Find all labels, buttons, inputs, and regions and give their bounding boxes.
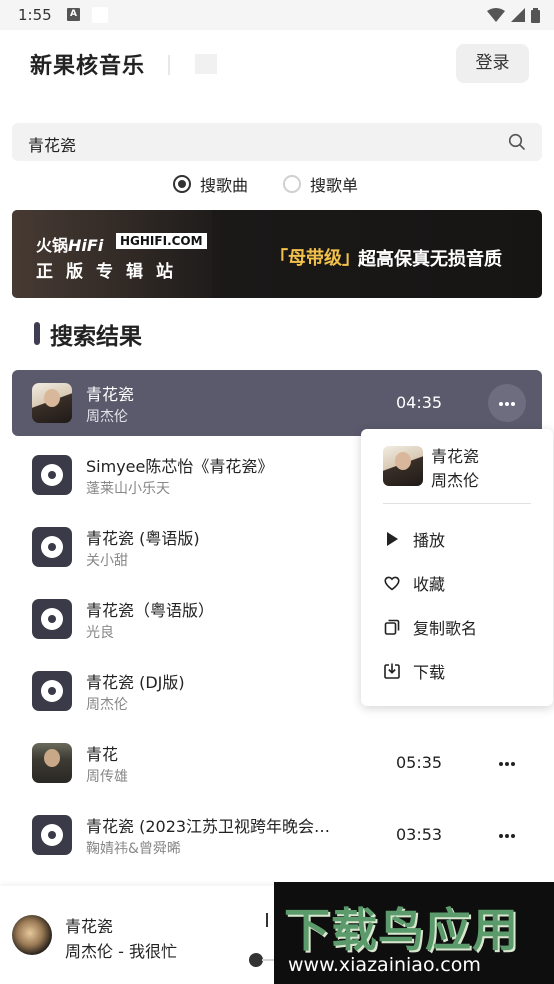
song-artist: 周杰伦: [86, 697, 128, 713]
play-icon: [387, 532, 398, 546]
status-bar: 1:55 A: [0, 0, 554, 30]
song-duration: 04:35: [396, 393, 443, 412]
banner-subtitle: 正版专辑站: [36, 262, 186, 282]
watermark-text: 下载鸟应用: [284, 903, 519, 957]
album-art: [32, 743, 72, 783]
wifi-icon: [487, 8, 505, 22]
disc-icon: [32, 671, 72, 711]
promo-banner[interactable]: 火锅HiFi HGHIFI.COM 正版专辑站 「母带级」 超高保真无损音质: [12, 210, 542, 298]
banner-site: HGHIFI.COM: [116, 233, 207, 249]
menu-song-name: 青花瓷: [431, 447, 480, 466]
signal-icon: [511, 8, 525, 22]
radio-dot: [283, 175, 301, 193]
album-art: [32, 383, 72, 423]
radio-search-playlists[interactable]: 搜歌单: [283, 172, 358, 196]
section-marker: [34, 322, 40, 345]
search-input[interactable]: 青花瓷: [12, 123, 542, 161]
results-title: 搜索结果: [50, 324, 142, 350]
radio-search-songs[interactable]: 搜歌曲: [173, 172, 248, 196]
song-name: 青花瓷 (DJ版): [86, 673, 185, 692]
now-playing-subtitle: 周杰伦 - 我很忙: [65, 942, 177, 961]
banner-brand: 火锅HiFi: [36, 236, 104, 255]
progress-knob[interactable]: [249, 953, 263, 967]
song-context-menu: 青花瓷 周杰伦 播放 收藏 复制歌名 下载: [361, 429, 553, 706]
banner-tag: 「母带级」: [270, 248, 360, 269]
disc-icon: [32, 455, 72, 495]
song-row[interactable]: 青花瓷 (2023江苏卫视跨年晚会… 鞠婧祎&曾舜晞 03:53: [12, 802, 542, 868]
song-artist: 鞠婧祎&曾舜晞: [86, 841, 181, 857]
notification-badge: A: [67, 8, 80, 21]
song-row[interactable]: 青花 周传雄 05:35: [12, 730, 542, 796]
menu-item-download[interactable]: 下载: [383, 659, 445, 683]
watermark-url: www.xiazainiao.com: [288, 954, 481, 976]
login-button[interactable]: 登录: [456, 44, 529, 83]
download-icon: [384, 663, 400, 679]
more-options-button[interactable]: [488, 384, 526, 422]
banner-tagline: 超高保真无损音质: [358, 249, 502, 270]
title-divider: [168, 55, 170, 75]
search-icon[interactable]: [508, 133, 526, 151]
title-placeholder: [195, 54, 217, 74]
disc-icon: [32, 815, 72, 855]
song-row[interactable]: 青花瓷 周杰伦 04:35: [12, 370, 542, 436]
song-artist: 蓬莱山小乐天: [86, 481, 170, 497]
song-name: 青花: [86, 745, 119, 764]
now-playing-bar[interactable]: 青花瓷 周杰伦 - 我很忙: [0, 886, 280, 984]
song-name: 青花瓷 (粤语版): [86, 529, 200, 548]
heart-icon: [384, 576, 400, 591]
now-playing-cover: [12, 915, 52, 955]
app-header: 新果核音乐 登录: [0, 30, 554, 100]
notification-icon: [92, 7, 108, 23]
now-playing-title: 青花瓷: [65, 917, 114, 936]
more-options-button[interactable]: [488, 744, 526, 782]
song-name: 青花瓷 (2023江苏卫视跨年晚会…: [86, 817, 331, 836]
album-art-face: [44, 749, 60, 767]
disc-icon: [32, 527, 72, 567]
song-duration: 05:35: [396, 753, 443, 772]
search-type-group: 搜歌曲 搜歌单: [0, 172, 554, 198]
menu-song-artist: 周杰伦: [431, 471, 480, 490]
copy-icon: [384, 619, 400, 635]
disc-icon: [32, 599, 72, 639]
menu-item-label: 播放: [413, 531, 446, 550]
watermark: 下载鸟应用 www.xiazainiao.com: [274, 882, 554, 984]
search-value: 青花瓷: [28, 136, 77, 155]
menu-item-play[interactable]: 播放: [383, 527, 445, 551]
battery-icon: [531, 7, 540, 23]
app-title: 新果核音乐: [30, 54, 146, 79]
radio-dot: [173, 175, 191, 193]
menu-item-label: 下载: [413, 663, 446, 682]
song-duration: 03:53: [396, 825, 443, 844]
menu-album-art: [383, 446, 423, 486]
menu-item-copy-name[interactable]: 复制歌名: [383, 615, 477, 639]
menu-item-label: 收藏: [413, 575, 446, 594]
song-artist: 周传雄: [86, 769, 128, 785]
menu-divider: [383, 503, 531, 504]
menu-item-favorite[interactable]: 收藏: [383, 571, 445, 595]
radio-label: 搜歌曲: [200, 176, 249, 195]
album-art-face: [395, 452, 411, 470]
song-artist: 周杰伦: [86, 409, 128, 425]
more-options-button[interactable]: [488, 816, 526, 854]
song-name: Simyee陈芯怡《青花瓷》: [86, 457, 274, 476]
status-time: 1:55: [18, 6, 52, 24]
song-artist: 关小甜: [86, 553, 128, 569]
song-artist: 光良: [86, 625, 114, 641]
radio-label: 搜歌单: [310, 176, 359, 195]
menu-item-label: 复制歌名: [413, 619, 478, 638]
status-icons: [487, 7, 540, 23]
album-art-face: [44, 389, 60, 407]
previous-track-icon[interactable]: [266, 913, 268, 927]
song-name: 青花瓷（粤语版）: [86, 601, 215, 620]
song-name: 青花瓷: [86, 385, 135, 404]
